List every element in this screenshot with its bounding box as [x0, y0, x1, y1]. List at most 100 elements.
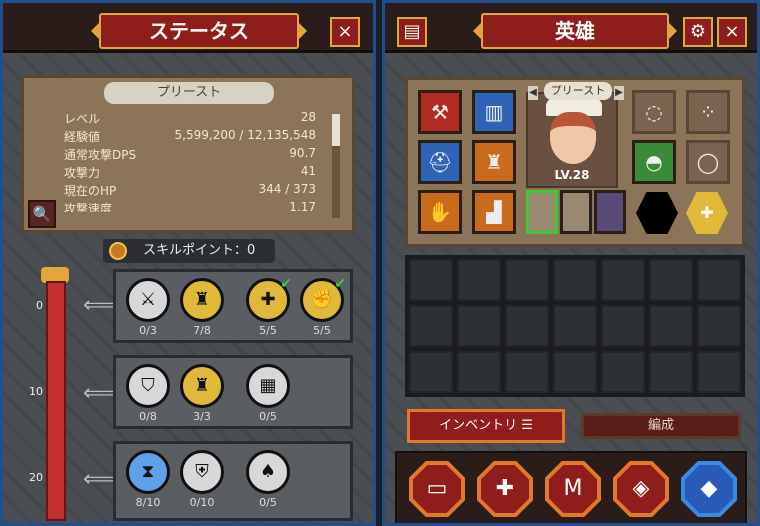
- party-member-priest[interactable]: [526, 190, 558, 234]
- skill-slot[interactable]: ⛉ 0/8: [124, 364, 172, 428]
- skill-slot[interactable]: ▦ 0/5: [244, 364, 292, 428]
- inventory-slot[interactable]: [505, 305, 549, 347]
- gloves-slot[interactable]: ✋: [418, 190, 462, 234]
- hero-panel: ▤ 英雄 ⚙ × ⚒ ▥ ⛑ ♜ ✋ ▟ LV.28 ◀ プリースト ▶ ◌ ⁘…: [382, 0, 760, 526]
- cross-button[interactable]: ✚: [477, 461, 533, 517]
- inventory-slot[interactable]: [409, 259, 453, 301]
- stat-label: 経験値: [64, 130, 101, 144]
- level-tick: 0: [36, 299, 43, 312]
- book-icon[interactable]: ▤: [397, 17, 427, 47]
- inventory-slot[interactable]: [697, 259, 741, 301]
- chest-icon: ▭: [413, 465, 461, 513]
- helmet-slot[interactable]: ⛑: [418, 140, 462, 184]
- zoom-button[interactable]: 🔍: [28, 200, 56, 228]
- armor-icon: ♜: [485, 150, 503, 174]
- stat-label: レベル: [64, 112, 101, 126]
- arrow-left-icon: ⟸: [83, 467, 115, 492]
- inventory-slot[interactable]: [649, 305, 693, 347]
- next-hero-arrow[interactable]: ▶: [614, 86, 624, 100]
- accessory-slot[interactable]: ◓: [632, 140, 676, 184]
- stats-scrollbar[interactable]: [332, 114, 340, 218]
- cross-icon: ✚: [481, 465, 529, 513]
- stat-value: 41: [300, 164, 316, 178]
- skill-slot[interactable]: ♜ 7/8: [178, 278, 226, 342]
- skill-slot[interactable]: ⚔ 0/3: [124, 278, 172, 342]
- spade-icon: ♠: [246, 450, 290, 494]
- inventory-slot[interactable]: [553, 259, 597, 301]
- hero-portrait[interactable]: LV.28: [526, 92, 618, 188]
- stat-value: 90.7: [289, 146, 316, 160]
- crystal-icon: ◆: [685, 465, 733, 513]
- tab-formation[interactable]: 編成: [581, 413, 741, 439]
- inventory-slot[interactable]: [601, 351, 645, 393]
- inventory-slot[interactable]: [649, 351, 693, 393]
- bowl-icon: ◓: [645, 150, 663, 174]
- inventory-slot[interactable]: [601, 305, 645, 347]
- stat-value: 344 / 373: [258, 182, 316, 196]
- winged-helmet-icon: ♜: [180, 278, 224, 322]
- inventory-slot[interactable]: [601, 259, 645, 301]
- armor-slot[interactable]: ♜: [472, 140, 516, 184]
- status-panel: ステータス × プリースト レベル 28 経験値 5,599,200 / 12,13…: [0, 0, 376, 526]
- weapon-mace-slot[interactable]: ⚒: [418, 90, 462, 134]
- crystal-button[interactable]: ◆: [681, 461, 737, 517]
- skill-slot[interactable]: ⧗ 8/10: [124, 450, 172, 514]
- ring-slot[interactable]: ◯: [686, 140, 730, 184]
- stat-row: 通常攻撃DPS 90.7: [64, 146, 316, 165]
- skill-tier: ⛉ 0/8 ♜ 3/3 ▦ 0/5: [113, 355, 353, 429]
- inventory-slot[interactable]: [505, 259, 549, 301]
- emblem-button[interactable]: M: [545, 461, 601, 517]
- inventory-slot[interactable]: [457, 305, 501, 347]
- necklace-slot[interactable]: ◌: [632, 90, 676, 134]
- gear-icon[interactable]: ⚙: [683, 17, 713, 47]
- level-track: [46, 281, 66, 521]
- skill-slot[interactable]: ♠ 0/5: [244, 450, 292, 514]
- inventory-slot[interactable]: [505, 351, 549, 393]
- gate-icon: ▦: [246, 364, 290, 408]
- mace-icon: ⚒: [431, 100, 449, 124]
- stat-label: 攻撃速度: [64, 202, 113, 212]
- skill-slot[interactable]: ✚ ✔ 5/5: [244, 276, 292, 342]
- book-slot[interactable]: ▥: [472, 90, 516, 134]
- skill-slot[interactable]: ⛨ 0/10: [178, 450, 226, 514]
- tab-inventory-label: インベントリ: [439, 418, 518, 433]
- inventory-slot[interactable]: [553, 305, 597, 347]
- status-titlebar: ステータス ×: [3, 3, 373, 53]
- cube-button[interactable]: ◈: [613, 461, 669, 517]
- skill-tier: ⚔ 0/3 ♜ 7/8 ✚ ✔ 5/5 ✊ ✔ 5/5: [113, 269, 353, 343]
- earring-slot[interactable]: ⁘: [686, 90, 730, 134]
- gold-hexagon-plus-icon[interactable]: ✚: [686, 192, 728, 234]
- hero-face: [550, 112, 596, 164]
- inventory-slot[interactable]: [409, 305, 453, 347]
- party-member-blonde[interactable]: [560, 190, 592, 234]
- scroll-thumb[interactable]: [332, 114, 340, 146]
- stat-label: 通常攻撃DPS: [64, 148, 137, 162]
- close-icon[interactable]: ×: [330, 17, 360, 47]
- shield-rune-icon: ⛨: [180, 450, 224, 494]
- prev-hero-arrow[interactable]: ◀: [528, 86, 538, 100]
- treasure-chest-button[interactable]: ▭: [409, 461, 465, 517]
- stat-label: 現在のHP: [64, 184, 117, 198]
- hero-level: LV.28: [554, 168, 590, 182]
- inventory-slot[interactable]: [457, 351, 501, 393]
- skill-slot[interactable]: ♜ 3/3: [178, 364, 226, 428]
- inventory-slot[interactable]: [649, 259, 693, 301]
- inventory-slot[interactable]: [697, 351, 741, 393]
- hero-name: プリースト: [544, 82, 612, 100]
- inventory-slot[interactable]: [553, 351, 597, 393]
- emblem-icon: M: [549, 465, 597, 513]
- inventory-slot[interactable]: [409, 351, 453, 393]
- stat-row: 攻撃力 41: [64, 164, 316, 183]
- gauntlet-icon: ✋: [427, 200, 453, 224]
- tab-inventory[interactable]: インベントリ ☰: [407, 409, 565, 443]
- black-hexagon-icon[interactable]: [636, 192, 678, 234]
- party-member-witch[interactable]: [594, 190, 626, 234]
- list-icon: ☰: [521, 418, 533, 433]
- skill-count: 3/3: [193, 410, 211, 423]
- close-icon[interactable]: ×: [717, 17, 747, 47]
- inventory-slot[interactable]: [457, 259, 501, 301]
- skill-slot[interactable]: ✊ ✔ 5/5: [298, 276, 346, 342]
- skill-count: 8/10: [135, 496, 161, 509]
- boots-slot[interactable]: ▟: [472, 190, 516, 234]
- inventory-slot[interactable]: [697, 305, 741, 347]
